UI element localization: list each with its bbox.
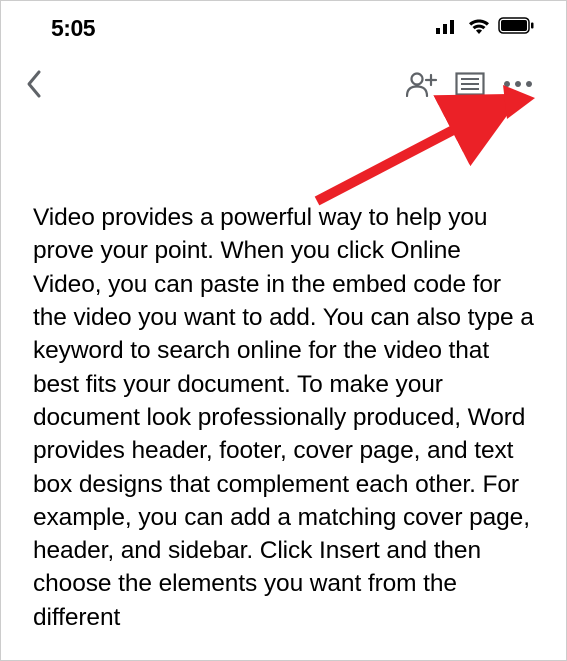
status-time: 5:05: [51, 15, 95, 42]
chevron-left-icon: [25, 69, 43, 99]
battery-icon: [498, 17, 534, 39]
layout-view-icon: [455, 72, 485, 96]
more-button[interactable]: [494, 64, 542, 104]
layout-view-button[interactable]: [446, 64, 494, 104]
back-button[interactable]: [25, 64, 65, 104]
more-horizontal-icon: [503, 79, 533, 89]
cellular-icon: [436, 18, 460, 39]
add-person-icon: [406, 71, 438, 97]
status-bar: 5:05: [1, 1, 566, 51]
status-indicators: [436, 17, 534, 40]
document-content[interactable]: Video provides a powerful way to help yo…: [1, 111, 566, 634]
document-text: Video provides a powerful way to help yo…: [33, 201, 534, 634]
toolbar: [1, 51, 566, 111]
add-person-button[interactable]: [398, 64, 446, 104]
wifi-icon: [467, 17, 491, 40]
